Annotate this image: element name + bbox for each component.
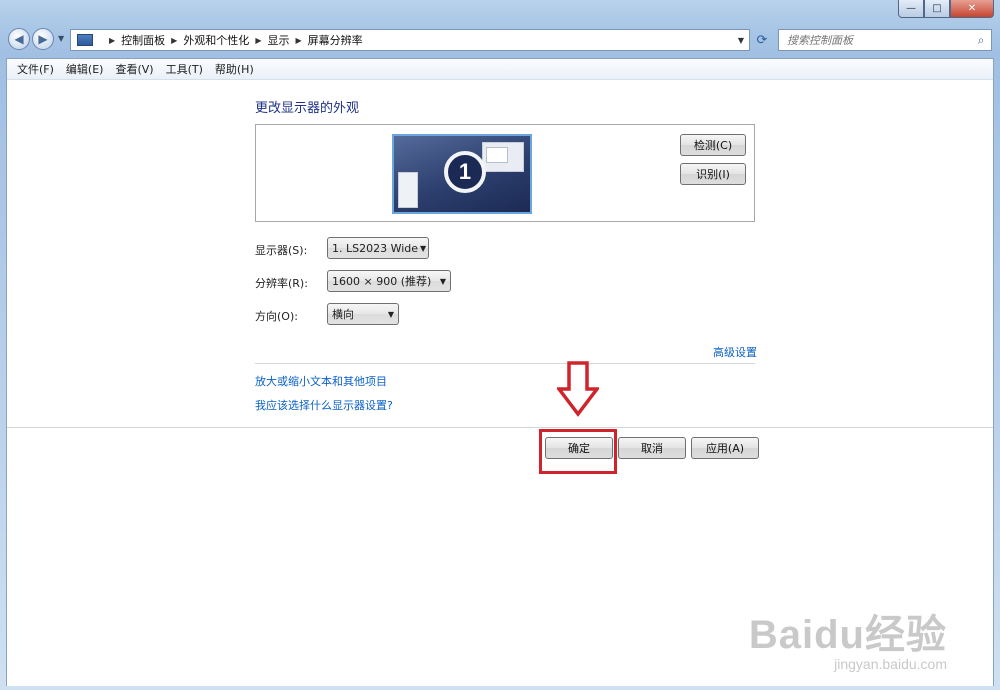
resolution-label: 分辨率(R): [255,277,308,290]
advanced-settings-link[interactable]: 高级设置 [713,344,757,360]
content-area: 文件(F) 编辑(E) 查看(V) 工具(T) 帮助(H) 更改显示器的外观 1… [6,58,994,686]
menu-file[interactable]: 文件(F) [11,61,60,77]
forward-arrow-icon: ▶ [38,32,48,46]
menu-edit[interactable]: 编辑(E) [60,61,110,77]
orientation-label: 方向(O): [255,310,298,323]
address-bar[interactable]: ▶ 控制面板 ▶ 外观和个性化 ▶ 显示 ▶ 屏幕分辨率 ▼ [70,29,750,51]
recent-pages-dropdown[interactable]: ▼ [58,34,64,43]
monitor-number-badge: 1 [444,151,486,193]
menu-bar: 文件(F) 编辑(E) 查看(V) 工具(T) 帮助(H) [7,59,993,80]
navigation-bar: ◀ ▶ ▼ ▶ 控制面板 ▶ 外观和个性化 ▶ 显示 ▶ 屏幕分辨率 ▼ ⟳ ⌕ [0,25,1000,55]
display-select[interactable]: 1. LS2023 Wide ▼ [327,237,429,259]
display-preview-panel: 1 检测(C) 识别(I) [255,124,755,222]
breadcrumb-separator[interactable]: ▶ [109,36,115,45]
window-thumbnail-icon [482,142,524,172]
breadcrumb-appearance[interactable]: 外观和个性化 [183,32,249,48]
baidu-watermark: Baidu经验 jingyan.baidu.com [749,602,947,672]
breadcrumb-control-panel[interactable]: 控制面板 [121,32,165,48]
search-input[interactable] [787,33,971,47]
which-settings-link[interactable]: 我应该选择什么显示器设置? [255,397,393,413]
search-box: ⌕ [778,29,992,51]
back-button[interactable]: ◀ [8,28,30,50]
breadcrumb-screen-resolution[interactable]: 屏幕分辨率 [308,32,363,48]
resolution-select-value: 1600 × 900 (推荐) [332,275,432,288]
down-arrow-annotation-icon [557,361,599,417]
refresh-button[interactable]: ⟳ [752,29,772,51]
breadcrumb-separator[interactable]: ▶ [295,36,301,45]
detect-button[interactable]: 检测(C) [680,134,746,156]
divider [255,363,755,364]
window-frame: — □ ✕ ◀ ▶ ▼ ▶ 控制面板 ▶ 外观和个性化 ▶ 显示 ▶ 屏幕分辨率… [0,0,1000,690]
address-dropdown-icon[interactable]: ▼ [733,36,749,45]
chevron-down-icon: ▼ [387,309,395,319]
refresh-icon: ⟳ [756,32,768,48]
chevron-down-icon: ▼ [419,243,427,253]
maximize-button[interactable]: □ [924,0,950,18]
display-select-value: 1. LS2023 Wide [332,241,419,255]
ok-button-highlight-box [539,429,617,474]
close-button[interactable]: ✕ [950,0,994,18]
cancel-button[interactable]: 取消 [618,437,686,459]
window-controls: — □ ✕ [898,0,994,18]
window-thumbnail-icon [398,172,418,208]
menu-tools[interactable]: 工具(T) [160,61,209,77]
menu-view[interactable]: 查看(V) [109,61,159,77]
resolution-select[interactable]: 1600 × 900 (推荐) ▼ [327,270,451,292]
text-size-link[interactable]: 放大或缩小文本和其他项目 [255,373,387,389]
watermark-logo: Baidu经验 [748,613,947,657]
footer-divider [7,427,993,428]
control-panel-icon [77,34,93,46]
back-arrow-icon: ◀ [14,32,24,46]
breadcrumb-separator[interactable]: ▶ [171,36,177,45]
identify-button[interactable]: 识别(I) [680,163,746,185]
chevron-down-icon: ▼ [439,276,447,286]
minimize-button[interactable]: — [898,0,924,18]
menu-help[interactable]: 帮助(H) [209,61,260,77]
search-icon[interactable]: ⌕ [971,33,991,48]
breadcrumb-separator[interactable]: ▶ [255,36,261,45]
orientation-select-value: 横向 [332,308,354,321]
breadcrumb-display[interactable]: 显示 [267,32,289,48]
forward-button[interactable]: ▶ [32,28,54,50]
page-title: 更改显示器的外观 [255,101,360,116]
monitor-1-thumbnail[interactable]: 1 [392,134,532,214]
display-label: 显示器(S): [255,244,308,257]
orientation-select[interactable]: 横向 ▼ [327,303,399,325]
apply-button[interactable]: 应用(A) [691,437,759,459]
